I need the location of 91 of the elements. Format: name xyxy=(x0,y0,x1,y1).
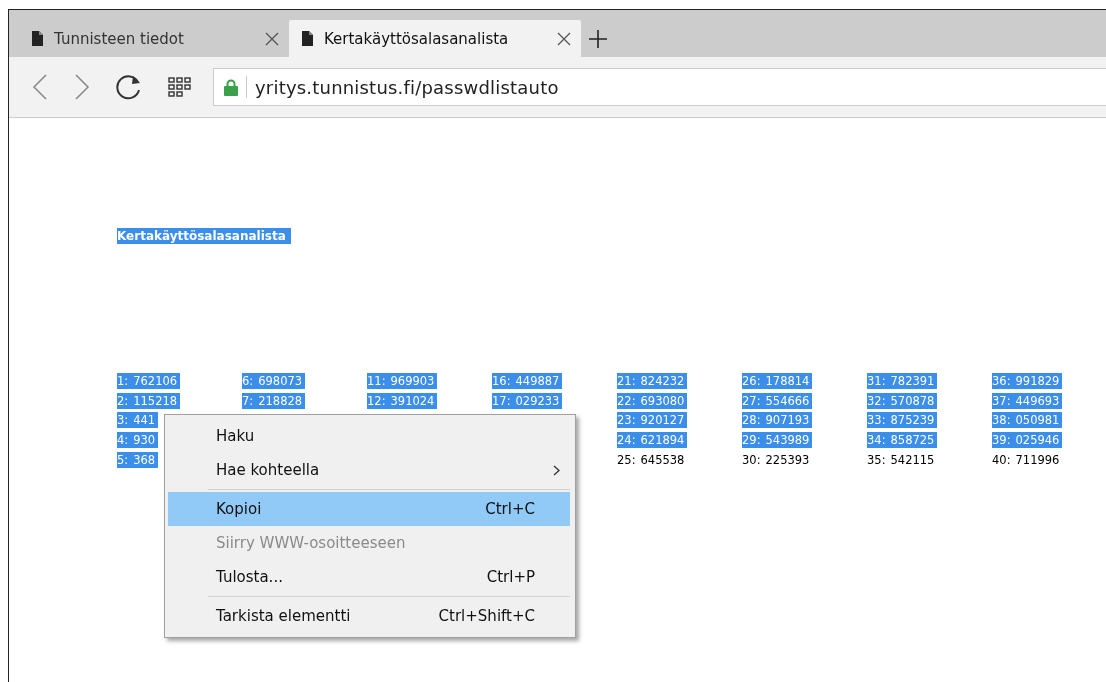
entry-number: 4: xyxy=(117,432,132,449)
menu-item[interactable]: Tarkista elementti Ctrl+Shift+C xyxy=(168,599,570,633)
entry-number: 21: xyxy=(617,373,639,390)
reload-icon[interactable] xyxy=(116,74,142,100)
password-code: 570878 xyxy=(888,392,938,409)
password-code: 930 xyxy=(131,432,159,449)
password-code: 762106 xyxy=(131,373,181,390)
menu-label: Hae kohteella xyxy=(216,461,321,479)
password-code: 621894 xyxy=(638,432,688,449)
close-icon[interactable] xyxy=(265,31,279,46)
password-code: 693080 xyxy=(638,392,688,409)
entry-number: 23: xyxy=(617,412,639,429)
entry-number: 33: xyxy=(867,412,889,429)
password-code: 907193 xyxy=(763,412,813,429)
page-heading: Kertakäyttösalasanalista xyxy=(117,228,291,244)
plus-icon[interactable] xyxy=(589,30,607,48)
back-icon[interactable] xyxy=(32,74,48,100)
menu-item[interactable]: Haku xyxy=(168,419,570,453)
entry-number: 37: xyxy=(992,392,1014,409)
menu-label: Siirry WWW-osoitteeseen xyxy=(216,534,407,552)
password-code: 920127 xyxy=(638,412,688,429)
entry-number: 7: xyxy=(242,392,257,409)
menu-label: Kopioi xyxy=(216,500,263,518)
shortcut-text: Ctrl+P xyxy=(486,568,536,586)
password-code: 698073 xyxy=(256,373,306,390)
password-code: 449693 xyxy=(1013,392,1063,409)
password-code: 824232 xyxy=(638,373,688,390)
password-code: 029233 xyxy=(513,392,563,409)
forward-icon[interactable] xyxy=(74,74,90,100)
entry-number: 6: xyxy=(242,373,257,390)
document-icon xyxy=(301,31,314,46)
entry-number: 12: xyxy=(367,392,389,409)
password-code: 782391 xyxy=(888,373,938,390)
password-code: 368 xyxy=(131,451,159,468)
entry-number: 26: xyxy=(742,373,764,390)
entry-number: 3: xyxy=(117,412,132,429)
entry-number: 5: xyxy=(117,451,132,468)
password-code: 991829 xyxy=(1013,373,1063,390)
password-code: 645538 xyxy=(639,451,686,468)
entry-number: 1: xyxy=(117,373,132,390)
entry-number: 30: xyxy=(742,451,762,468)
menu-label: Tarkista elementti xyxy=(216,607,352,625)
address-field[interactable]: yritys.tunnistus.fi/passwdlistauto xyxy=(213,68,1106,106)
apps-grid-icon[interactable] xyxy=(168,77,191,97)
password-code: 178814 xyxy=(763,373,813,390)
menu-item[interactable]: Hae kohteella xyxy=(168,453,570,487)
password-code: 449887 xyxy=(513,373,563,390)
password-code: 875239 xyxy=(888,412,938,429)
password-code: 391024 xyxy=(388,392,438,409)
entry-number: 39: xyxy=(992,432,1014,449)
entry-number: 32: xyxy=(867,392,889,409)
entry-number: 2: xyxy=(117,392,132,409)
entry-number: 27: xyxy=(742,392,764,409)
password-code: 218828 xyxy=(256,392,306,409)
password-code: 025946 xyxy=(1013,432,1063,449)
entry-number: 40: xyxy=(992,451,1012,468)
menu-label: Haku xyxy=(216,427,256,445)
entry-number: 34: xyxy=(867,432,889,449)
entry-number: 22: xyxy=(617,392,639,409)
password-code: 225393 xyxy=(764,451,811,468)
entry-number: 17: xyxy=(492,392,514,409)
chevron-right-icon xyxy=(553,464,560,476)
entry-number: 29: xyxy=(742,432,764,449)
password-code: 858725 xyxy=(888,432,938,449)
entry-number: 24: xyxy=(617,432,639,449)
url-text: yritys.tunnistus.fi/passwdlistauto xyxy=(255,76,559,98)
entry-number: 16: xyxy=(492,373,514,390)
entry-number: 11: xyxy=(367,373,389,390)
entry-number: 28: xyxy=(742,412,764,429)
entry-number: 38: xyxy=(992,412,1014,429)
entry-number: 31: xyxy=(867,373,889,390)
menu-item[interactable]: Tulosta... Ctrl+P xyxy=(168,560,570,594)
entry-number: 35: xyxy=(867,451,887,468)
entry-number: 36: xyxy=(992,373,1014,390)
password-code: 115218 xyxy=(131,392,181,409)
password-code: 441 xyxy=(131,412,159,429)
document-icon xyxy=(31,31,44,46)
shortcut-text: Ctrl+C xyxy=(485,500,536,518)
menu-label: Tulosta... xyxy=(216,568,284,586)
shortcut-text: Ctrl+Shift+C xyxy=(438,607,536,625)
menu-item[interactable]: Kopioi Ctrl+C xyxy=(168,492,570,526)
password-code: 711996 xyxy=(1014,451,1061,468)
password-code: 554666 xyxy=(763,392,813,409)
password-code: 050981 xyxy=(1013,412,1063,429)
browser-tab[interactable]: Tunnisteen tiedot xyxy=(19,20,289,57)
password-code: 542115 xyxy=(889,451,936,468)
password-code: 969903 xyxy=(388,373,438,390)
entry-number: 25: xyxy=(617,451,637,468)
password-code: 543989 xyxy=(763,432,813,449)
close-icon[interactable] xyxy=(557,31,571,46)
browser-tab[interactable]: Kertakäyttösalasanalista xyxy=(289,20,581,57)
